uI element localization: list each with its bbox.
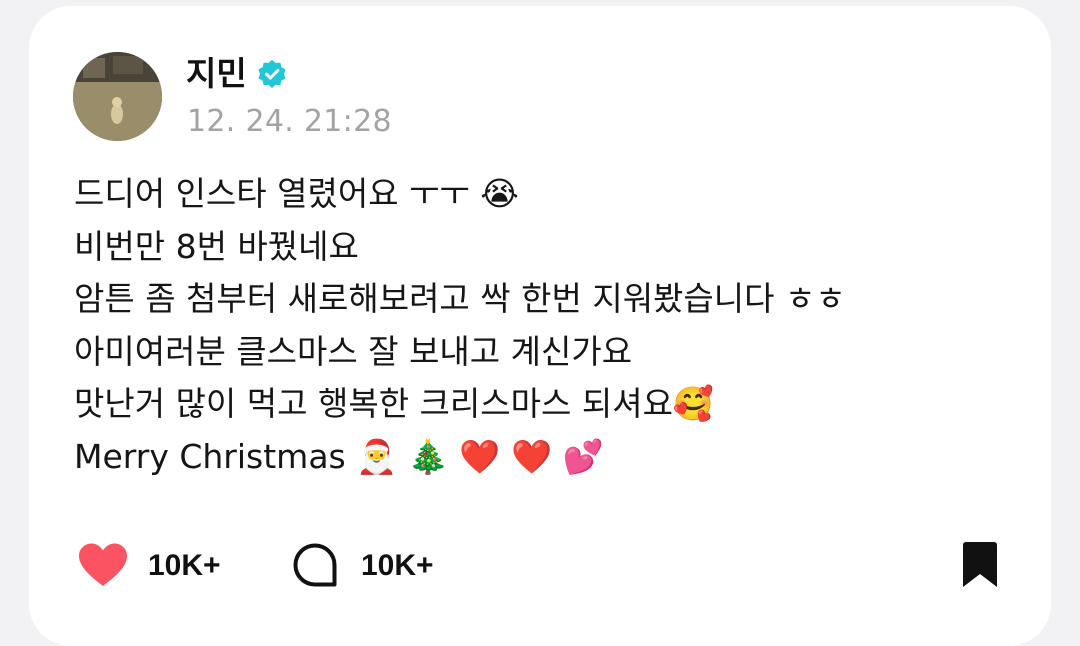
author-name[interactable]: 지민 — [186, 54, 247, 94]
verified-badge-icon — [258, 60, 286, 88]
heart-icon[interactable] — [77, 542, 129, 588]
post-line: 맛난거 많이 먹고 행복한 크리스마스 되셔요🥰 — [74, 384, 715, 424]
avatar[interactable] — [73, 52, 162, 141]
post-timestamp: 12. 24. 21:28 — [187, 104, 392, 139]
post-line: 비번만 8번 바꿨네요 — [74, 226, 359, 266]
post-line: 암튼 좀 첨부터 새로해보려고 싹 한번 지워봤습니다 ㅎㅎ — [74, 279, 846, 319]
comment-bubble-icon[interactable] — [292, 542, 338, 588]
like-count: 10K+ — [148, 549, 221, 582]
post-line: Merry Christmas 🎅 🎄 ❤️ ❤️ 💕 — [74, 436, 604, 476]
post-line: 아미여러분 클스마스 잘 보내고 계신가요 — [74, 331, 633, 371]
bookmark-icon[interactable] — [960, 541, 1000, 589]
post-line: 드디어 인스타 열렸어요 ㅜㅜ 😭 — [74, 174, 519, 213]
post-card: 지민 12. 24. 21:28 드디어 인스타 열렸어요 ㅜㅜ 😭 비번만 8… — [29, 6, 1051, 646]
comment-count: 10K+ — [361, 549, 434, 582]
post-body: 드디어 인스타 열렸어요 ㅜㅜ 😭 비번만 8번 바꿨네요 암튼 좀 첨부터 새… — [74, 168, 1034, 484]
post-actions: 10K+ 10K+ — [29, 536, 1051, 596]
avatar-photo — [73, 52, 162, 141]
